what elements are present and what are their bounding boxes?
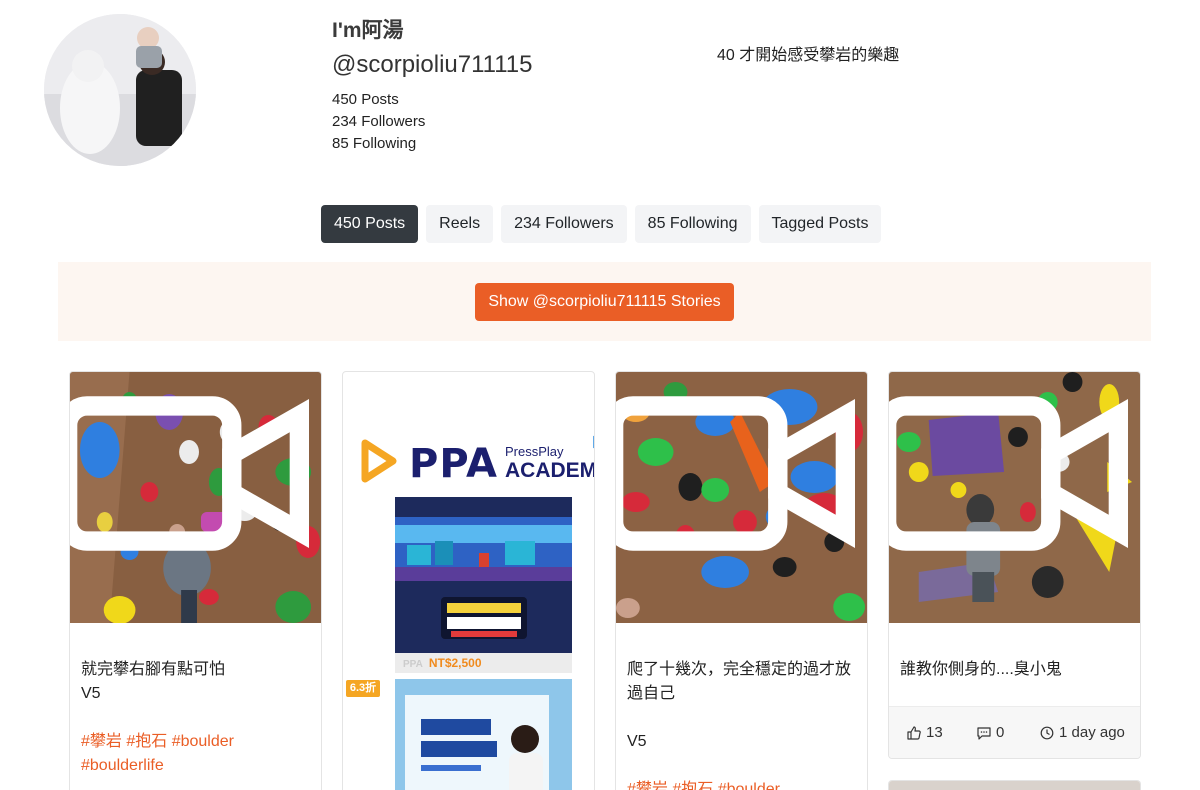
ad-price: PPA NT$2,500 (395, 653, 572, 673)
post-caption: 誰教你側身的....臭小鬼 (900, 658, 1130, 682)
video-icon (889, 396, 1128, 551)
comment-count-value: 0 (996, 724, 1005, 741)
comment-icon (977, 726, 991, 740)
avatar-photo (44, 14, 196, 166)
clock-icon (1040, 726, 1054, 739)
post-card[interactable]: 就完攀右腳有點可怕 V5 #攀岩 #抱石 #boulder #boulderli… (69, 371, 322, 790)
ad-product[interactable]: PPA NT$2,500 (395, 497, 572, 673)
like-count-value: 13 (926, 724, 943, 741)
post-hashtags[interactable]: #攀岩 #抱石 #boulder (81, 730, 311, 754)
caption-line (627, 754, 857, 778)
video-icon (70, 396, 309, 551)
username: @scorpioliu711115 (332, 51, 533, 78)
ppa-logo-icon (361, 439, 397, 483)
avatar (44, 14, 196, 166)
comment-count[interactable]: 0 (977, 724, 1004, 741)
caption-line: V5 (81, 685, 101, 702)
post-caption: 爬了十幾次，完全穩定的過才放 過自己 V5 #攀岩 #抱石 #boulder (627, 658, 857, 790)
ad-brand: PPA (409, 441, 498, 487)
post-card[interactable] (888, 780, 1141, 790)
discount-badge: 6.3折 (346, 680, 380, 697)
tab-reels[interactable]: Reels (426, 205, 494, 243)
post-footer: 13 0 1 day ago (889, 706, 1140, 758)
post-time-value: 1 day ago (1059, 724, 1125, 741)
post-time: 1 day ago (1040, 724, 1125, 741)
ad-pressplay: PressPlay (505, 444, 564, 459)
caption-line (627, 706, 857, 730)
post-card[interactable]: 誰教你側身的....臭小鬼 13 0 1 day ago (888, 371, 1141, 759)
tab-posts[interactable]: 450 Posts (321, 205, 419, 243)
followers-count: 234 Followers (332, 113, 426, 130)
caption-line (81, 706, 311, 730)
caption-line: 就完攀右腳有點可怕 (81, 661, 226, 678)
tab-followers[interactable]: 234 Followers (501, 205, 627, 243)
video-icon (616, 396, 855, 551)
profile-tabs: 450 Posts Reels 234 Followers 85 Followi… (321, 205, 882, 243)
caption-line: 過自己 (627, 685, 676, 702)
post-image[interactable] (70, 372, 321, 623)
post-caption: 就完攀右腳有點可怕 V5 #攀岩 #抱石 #boulder #boulderli… (81, 658, 311, 778)
tab-following[interactable]: 85 Following (634, 205, 751, 243)
ad-banner[interactable]: PPA PressPlay ACADEMY PPANT$2,500 (343, 433, 595, 790)
display-name: I'm阿湯 (332, 19, 404, 42)
pixel-art-course-image (395, 497, 572, 653)
study-course-image (395, 679, 572, 790)
post-image[interactable] (889, 781, 1140, 790)
thumbs-up-icon (907, 725, 921, 740)
caption-line: 誰教你側身的....臭小鬼 (900, 661, 1062, 678)
post-image[interactable] (889, 372, 1140, 623)
profile-stats: 450 Posts 234 Followers 85 Following (332, 89, 425, 155)
profile-bio: 40 才開始感受攀岩的樂趣 (717, 47, 900, 64)
tab-tagged-posts[interactable]: Tagged Posts (758, 205, 882, 243)
posts-count: 450 Posts (332, 91, 399, 108)
caption-line: 爬了十幾次，完全穩定的過才放 (627, 661, 852, 678)
ad-academy: ACADEMY (505, 459, 594, 482)
caption-line: V5 (627, 733, 647, 750)
like-count[interactable]: 13 (907, 724, 943, 741)
post-card[interactable]: 爬了十幾次，完全穩定的過才放 過自己 V5 #攀岩 #抱石 #boulder (615, 371, 868, 790)
ad-choices-icon[interactable] (591, 435, 595, 449)
ad-product[interactable] (395, 679, 572, 790)
following-count: 85 Following (332, 135, 417, 152)
post-hashtags[interactable]: #攀岩 #抱石 #boulder (627, 778, 857, 790)
post-image[interactable] (616, 372, 867, 623)
post-hashtags[interactable]: #boulderlife (81, 754, 311, 778)
show-stories-button[interactable]: Show @scorpioliu711115 Stories (475, 283, 734, 321)
ad-card[interactable]: PPA PressPlay ACADEMY PPANT$2,500 (342, 371, 595, 790)
